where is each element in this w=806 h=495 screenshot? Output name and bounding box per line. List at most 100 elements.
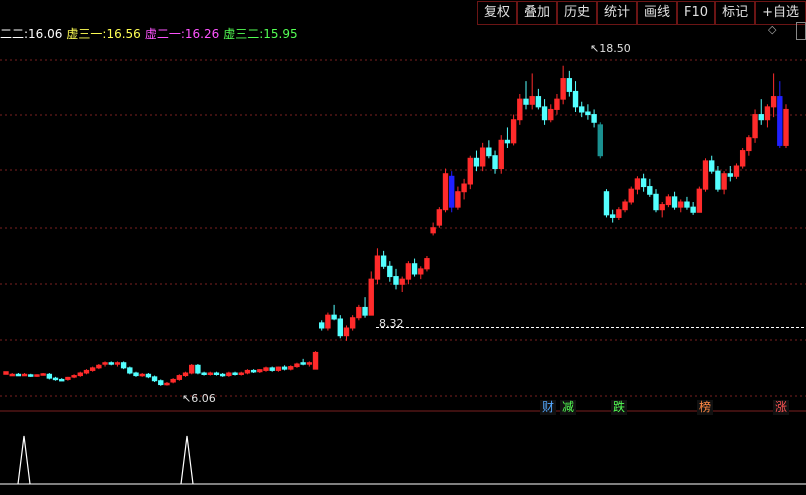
candle-body [164,382,170,386]
candle-body [523,98,529,105]
candle-body [46,373,53,379]
candle-body [300,362,306,365]
candle-body [114,362,121,365]
candle-body [690,206,696,213]
candle-body [263,367,269,371]
candle-body [405,263,412,280]
candle-body [380,255,387,267]
event-badge[interactable]: 减 [560,400,577,415]
candle-body [368,278,374,316]
candle-body [609,214,616,218]
candle-body [189,364,195,374]
candle-body [597,124,603,157]
candle-body [9,373,15,377]
candle-body [182,372,189,377]
candle-body [504,139,511,144]
candle-body [170,378,176,383]
candle-body [349,317,356,329]
candle-body [71,375,77,378]
event-badge[interactable]: 榜 [697,400,714,415]
candle-body [702,160,709,190]
candle-body [436,209,443,226]
event-badge[interactable]: 跌 [611,400,628,415]
candle-body [554,98,560,110]
candle-body [393,276,399,285]
candle-body [250,369,257,373]
candle-body [399,278,405,285]
candle-body [479,147,486,167]
candle-body [467,157,473,185]
candle-body [207,372,213,375]
candle-body [585,111,591,116]
candle-body [424,258,430,270]
candle-body [442,173,449,211]
candle-body [622,201,628,211]
candle-body [492,155,498,170]
candle-body [306,362,313,365]
candle-body [721,173,727,190]
candle-body [52,377,59,381]
candle-body [96,364,102,369]
candle-body [40,373,46,376]
candle-body [127,367,133,374]
candle-body [783,108,789,146]
candle-body [455,191,461,208]
candle-body [59,378,65,382]
candle-body [28,374,34,377]
candle-body [319,322,325,329]
candle-body [684,201,690,208]
candle-body [659,204,665,211]
candle-body [764,106,771,121]
candle-body [133,372,139,377]
candle-body [603,191,610,216]
candle-body [34,374,40,377]
event-badge[interactable]: 财 [540,400,557,415]
candle-body [195,364,201,374]
candle-body [374,255,381,280]
candle-body [529,96,535,105]
candle-body [139,373,145,377]
candle-body [739,150,746,167]
candle-body [15,373,22,377]
candle-body [102,362,108,365]
candle-body [560,78,566,100]
candle-body [777,96,783,146]
candle-body [281,366,288,370]
candle-body [120,362,127,369]
candle-body [634,178,641,190]
candle-body [3,371,9,375]
candle-body [356,306,362,319]
candle-body [510,119,517,144]
mid-price-label: 8.32 [379,317,404,330]
candle-body [362,306,368,316]
candle-body [89,367,96,371]
candle-body [653,193,659,211]
candle-body [257,369,263,373]
indicator-spike [180,435,194,485]
candle-body [486,147,492,157]
candle-body [387,265,393,278]
candle-body [83,369,90,374]
event-badge[interactable]: 涨 [773,400,790,415]
candle-body [715,170,721,190]
candle-body [21,373,28,377]
candlestick-chart[interactable]: ↖18.50 ↖6.06 8.32 [0,0,806,495]
candle-body [331,314,337,320]
candle-body [288,366,294,370]
candle-body [238,372,244,375]
candle-body [418,268,424,275]
candle-body [665,196,672,206]
candle-body [498,139,504,170]
candle-body [541,106,548,121]
candle-body [158,380,164,386]
high-price-label: ↖18.50 [590,42,631,55]
candle-body [517,98,523,121]
candle-body [151,376,158,382]
candle-body [572,90,579,108]
low-price-label: ↖6.06 [182,392,216,405]
candle-body [176,375,183,380]
candle-body [411,263,418,275]
candle-body [77,372,83,377]
candle-body [752,114,758,139]
candle-body [678,201,684,208]
